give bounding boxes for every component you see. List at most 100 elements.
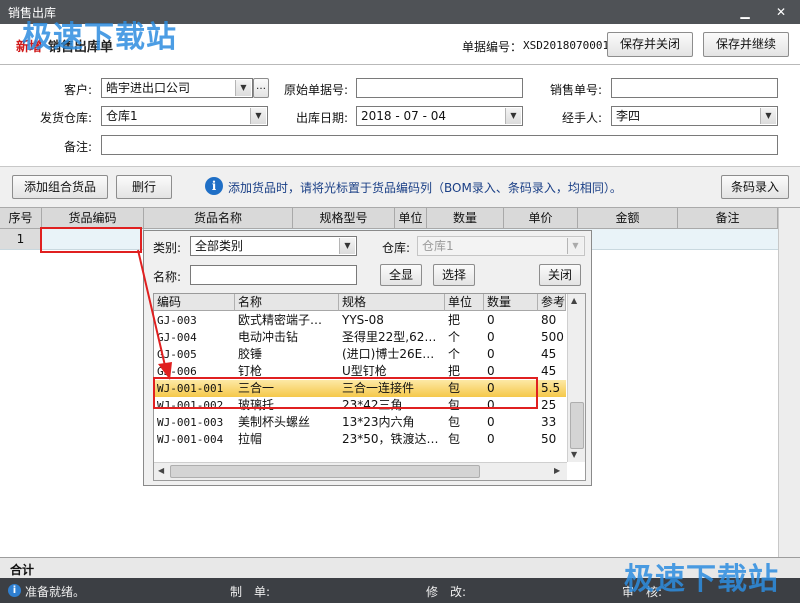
item-unit: 包 [448,432,461,446]
row-number: 1 [0,229,42,249]
close-popup-button[interactable]: 关闭 [539,264,581,286]
column-header[interactable]: 单价 [504,208,578,229]
column-header[interactable]: 序号 [0,208,42,229]
date-picker[interactable]: 2018 - 07 - 04 ▼ [356,106,523,126]
item-name: 电动冲击钻 [238,330,299,344]
list-column-header[interactable]: 单位 [445,294,484,311]
item-spec: YYS-08 [342,313,384,327]
add-combo-button[interactable]: 添加组合货品 [12,175,108,199]
item-code: WJ-001-003 [157,416,224,429]
item-unit: 个 [448,330,461,344]
column-header[interactable]: 数量 [427,208,504,229]
arrow-up-icon[interactable]: ▲ [571,296,577,305]
save-close-button[interactable]: 保存并关闭 [607,32,693,57]
column-header[interactable]: 货品编码 [42,208,144,229]
info-hint: 添加货品时，请将光标置于货品编码列（BOM录入、条码录入，均相同）。 [228,181,622,195]
select-button[interactable]: 选择 [433,264,475,286]
list-column-header[interactable]: 名称 [235,294,339,311]
document-form: 客户: 皓宇进出口公司 ▼ … 原始单据号: 销售单号: 发货仓库: 仓库1 ▼… [0,65,800,165]
date-value: 2018 - 07 - 04 [361,109,446,123]
item-name: 美制杯头螺丝 [238,415,311,429]
item-spec: 23*50，铁渡达… [342,432,439,446]
item-name: 拉帽 [238,432,263,446]
item-code: WJ-001-004 [157,433,224,446]
name-search-input[interactable] [190,265,357,285]
show-all-button[interactable]: 全显 [380,264,422,286]
goods-picker-popup: 类别: 全部类别 ▼ 仓库: 仓库1 ▼ 名称: 全显 选择 关闭 编码 名称 … [143,230,592,486]
chevron-down-icon[interactable]: ▼ [339,238,355,254]
orig-no-label: 原始单据号: [283,83,348,97]
grid-scrollbar[interactable] [778,208,800,558]
list-horizontal-scrollbar[interactable]: ◀ ▶ [154,462,567,480]
item-unit: 把 [448,313,461,327]
list-item[interactable]: WJ-001-003 美制杯头螺丝 13*23内六角 包 0 33 [154,414,566,431]
arrow-down-icon[interactable]: ▼ [571,450,577,459]
scrollbar-thumb[interactable] [170,465,480,478]
scrollbar-thumb[interactable] [570,402,584,449]
remark-field[interactable] [101,135,778,155]
barcode-entry-button[interactable]: 条码录入 [721,175,789,199]
handler-value: 李四 [616,109,641,123]
category-select[interactable]: 全部类别 ▼ [190,236,357,256]
column-header[interactable]: 货品名称 [144,208,293,229]
modify-label: 修 改: [426,585,467,599]
item-spec: 圣得里22型,62… [342,330,437,344]
info-icon: i [205,177,223,195]
grid-toolbar: 添加组合货品 删行 i 添加货品时，请将光标置于货品编码列（BOM录入、条码录入… [0,166,800,207]
column-header[interactable]: 单位 [395,208,427,229]
item-code: GJ-004 [157,331,197,344]
item-qty: 0 [487,313,495,327]
popup-warehouse-label: 仓库: [382,241,411,255]
column-header[interactable]: 规格型号 [293,208,395,229]
popup-warehouse-value: 仓库1 [422,239,454,253]
remark-label: 备注: [63,140,92,154]
item-ref: 45 [541,347,557,361]
list-column-header[interactable]: 规格 [339,294,445,311]
customer-field[interactable]: 皓宇进出口公司 ▼ [101,78,253,98]
column-header[interactable]: 备注 [678,208,778,229]
customer-label: 客户: [63,83,92,97]
list-vertical-scrollbar[interactable]: ▲ ▼ [567,294,585,462]
item-name: 欧式精密端子… [238,313,323,327]
minimize-icon[interactable]: ▁ [736,3,754,21]
item-code: GJ-003 [157,314,197,327]
list-item[interactable]: GJ-003 欧式精密端子… YYS-08 把 0 80 [154,312,566,329]
warehouse-value: 仓库1 [106,109,138,123]
list-item[interactable]: WJ-001-004 拉帽 23*50，铁渡达… 包 0 50 [154,431,566,448]
total-label: 合计 [10,563,35,577]
sales-no-field[interactable] [611,78,778,98]
warehouse-select[interactable]: 仓库1 ▼ [101,106,268,126]
date-label: 出库日期: [295,111,348,125]
list-column-header[interactable]: 编码 [154,294,235,311]
doc-number: XSD2018070001 [523,39,610,52]
warehouse-label: 发货仓库: [39,111,92,125]
item-ref: 45 [541,364,557,378]
delete-row-button[interactable]: 删行 [116,175,172,199]
item-ref: 25 [541,398,557,412]
customer-browse-button[interactable]: … [253,78,269,98]
orig-no-field[interactable] [356,78,523,98]
save-continue-button[interactable]: 保存并继续 [703,32,789,57]
watermark-bottom: 极速下载站 [624,562,779,597]
category-value: 全部类别 [195,239,244,253]
item-unit: 包 [448,415,461,429]
list-column-header[interactable]: 参考 [538,294,566,311]
column-header[interactable]: 金额 [578,208,678,229]
close-icon[interactable]: ✕ [772,3,790,21]
list-item[interactable]: GJ-004 电动冲击钻 圣得里22型,62… 个 0 500 [154,329,566,346]
chevron-down-icon[interactable]: ▼ [505,108,521,124]
item-qty: 0 [487,330,495,344]
annotation-selected-box [153,377,538,409]
arrow-left-icon[interactable]: ◀ [158,466,164,475]
item-ref: 80 [541,313,557,327]
chevron-down-icon: ▼ [567,238,583,254]
status-text: 准备就绪。 [25,585,86,599]
arrow-right-icon[interactable]: ▶ [554,466,560,475]
handler-select[interactable]: 李四 ▼ [611,106,778,126]
maker-label: 制 单: [230,585,271,599]
list-item[interactable]: GJ-005 胶锤 (进口)博士26E… 个 0 45 [154,346,566,363]
chevron-down-icon[interactable]: ▼ [250,108,266,124]
chevron-down-icon[interactable]: ▼ [235,80,251,96]
chevron-down-icon[interactable]: ▼ [760,108,776,124]
list-column-header[interactable]: 数量 [484,294,538,311]
